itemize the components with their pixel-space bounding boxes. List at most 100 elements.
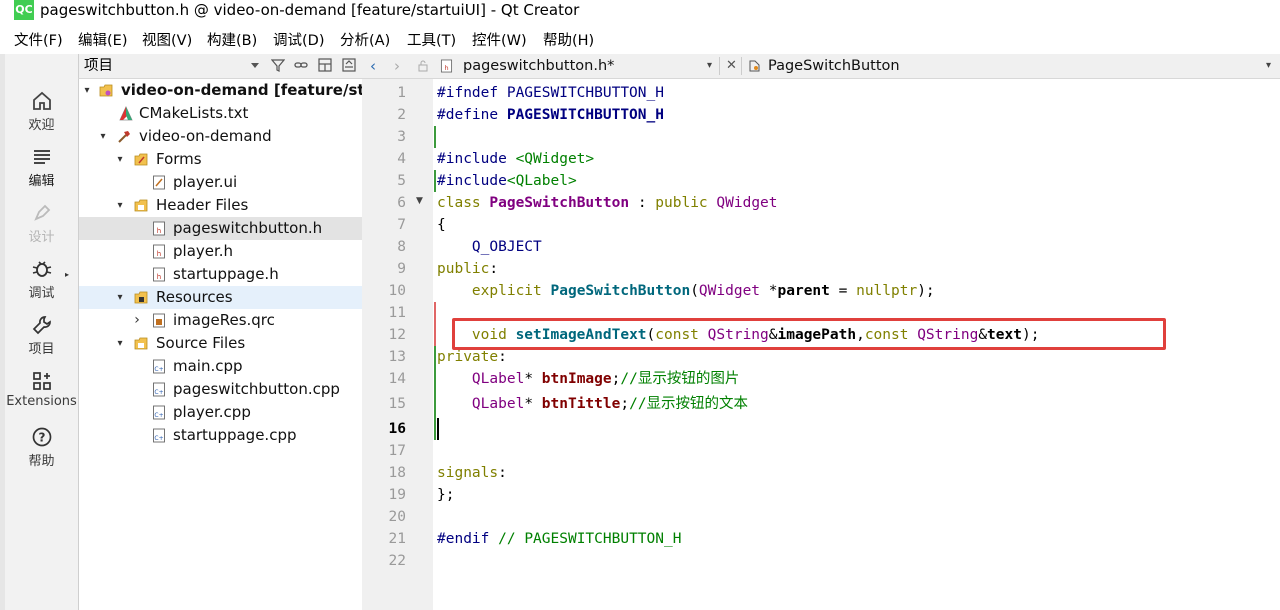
tree-node-header-files[interactable]: ▾ Header Files [79,194,363,217]
line-number: 10 [388,283,406,299]
tree-node-pageswitchbutton-cpp[interactable]: C+ pageswitchbutton.cpp [79,378,363,401]
project-folder-icon [99,84,113,97]
tree-node-label: video-on-demand [139,127,272,145]
expand-arrow-icon[interactable]: ▾ [114,332,126,355]
code-line-5: #include<QLabel> [437,173,577,189]
extensions-icon [32,372,51,390]
svg-text:C+: C+ [154,389,163,396]
close-panel-icon[interactable] [342,58,356,72]
svg-text:h: h [444,64,448,72]
cpp-file-icon: C+ [153,382,165,397]
project-panel-header: 项目 [78,54,363,79]
tree-node-startuppage-cpp[interactable]: C+ startuppage.cpp [79,424,363,447]
cmake-icon [119,106,133,121]
mode-label: Extensions [6,394,77,409]
line-number: 11 [388,305,406,321]
menu-file[interactable]: 文件(F) [14,28,63,54]
expand-arrow-icon[interactable]: ▾ [114,148,126,171]
tree-node-player-ui[interactable]: player.ui [79,171,363,194]
mode-projects[interactable]: 项目 [5,314,78,357]
forward-arrow-icon[interactable]: › [394,54,400,78]
open-document-selector[interactable]: pageswitchbutton.h* [463,54,614,78]
expand-arrow-icon: ▸ [65,270,70,279]
tree-node-label: CMakeLists.txt [139,104,249,122]
mode-help[interactable]: ? 帮助 [5,426,78,469]
menu-bar: 文件(F) 编辑(E) 视图(V) 构建(B) 调试(D) 分析(A) 工具(T… [0,28,1280,54]
tree-node-player-cpp[interactable]: C+ player.cpp [79,401,363,424]
symbol-selector[interactable]: PageSwitchButton [768,54,900,78]
tree-node-project[interactable]: ▾ video-on-demand [feature/star [79,79,363,102]
code-line-2: #define PAGESWITCHBUTTON_H [437,107,664,123]
filter-icon[interactable] [270,58,286,72]
menu-build[interactable]: 构建(B) [207,28,257,54]
tree-node-label: Header Files [156,196,249,214]
chevron-down-icon[interactable] [251,63,259,68]
tree-node-pageswitchbutton-h[interactable]: h pageswitchbutton.h [79,217,363,240]
expand-arrow-icon[interactable]: ▾ [114,286,126,309]
project-view-selector[interactable]: 项目 [84,54,113,78]
expand-arrow-icon[interactable]: › [131,309,143,332]
change-marker-modified [434,302,436,346]
home-icon [32,91,51,110]
menu-edit[interactable]: 编辑(E) [78,28,127,54]
mode-extensions[interactable]: Extensions [5,370,78,409]
wrench-icon [32,316,51,335]
lock-icon[interactable] [417,54,429,78]
line-number: 17 [388,443,406,459]
mode-label: 项目 [28,342,55,357]
editor-toolbar: ‹ › h pageswitchbutton.h* ▾ ✕ PageSwitch… [362,54,1280,79]
tree-node-forms[interactable]: ▾ Forms [79,148,363,171]
tree-node-source-files[interactable]: ▾ Source Files [79,332,363,355]
line-number: 7 [397,217,406,233]
link-icon[interactable] [294,58,308,72]
line-number: 1 [397,85,406,101]
code-line-8: Q_OBJECT [471,239,542,255]
current-line-number: 16 [388,421,406,437]
expand-arrow-icon[interactable]: ▾ [81,79,93,102]
line-number: 13 [388,349,406,365]
chevron-down-icon[interactable]: ▾ [707,54,712,78]
fold-marker-icon[interactable]: ▼ [416,196,423,206]
code-line-19: }; [437,487,455,503]
svg-text:h: h [157,273,161,281]
chevron-down-icon[interactable]: ▾ [1266,54,1271,78]
tree-node-target[interactable]: ▾ video-on-demand [79,125,363,148]
line-number: 20 [388,509,406,525]
line-number: 15 [388,396,406,412]
menu-view[interactable]: 视图(V) [142,28,192,54]
tree-node-startuppage-h[interactable]: h startuppage.h [79,263,363,286]
svg-text:h: h [157,227,161,235]
change-marker-added [434,126,436,148]
tree-node-label: main.cpp [173,357,243,375]
code-line-1: #ifndef PAGESWITCHBUTTON_H [437,85,664,101]
mode-welcome[interactable]: 欢迎 [5,90,78,133]
expand-arrow-icon[interactable]: ▾ [97,125,109,148]
menu-help[interactable]: 帮助(H) [543,28,594,54]
line-number: 9 [397,261,406,277]
qt-creator-logo-icon: QC [14,0,34,20]
expand-arrow-icon[interactable]: ▾ [114,194,126,217]
change-marker-added [434,170,436,192]
mode-edit[interactable]: 编辑 [5,146,78,189]
tree-node-imageres-qrc[interactable]: › imageRes.qrc [79,309,363,332]
mode-debug[interactable]: 调试 ▸ [5,258,78,301]
svg-text:h: h [157,250,161,258]
tree-node-player-h[interactable]: h player.h [79,240,363,263]
code-line-18: signals: [437,465,507,481]
menu-tools[interactable]: 工具(T) [407,28,456,54]
tree-node-cmakelists[interactable]: CMakeLists.txt [79,102,363,125]
tree-node-label: video-on-demand [feature/star [121,81,364,99]
code-line-10: explicit PageSwitchButton(QWidget *paren… [471,283,935,299]
tree-node-resources[interactable]: ▾ Resources [79,286,363,309]
menu-widgets[interactable]: 控件(W) [472,28,527,54]
mode-design[interactable]: 设计 [5,202,78,245]
split-icon[interactable] [318,58,332,72]
back-arrow-icon[interactable]: ‹ [370,54,376,78]
tree-node-main-cpp[interactable]: C+ main.cpp [79,355,363,378]
annotation-highlight-box [452,318,1166,350]
text-cursor [437,418,439,440]
forms-folder-icon [134,153,148,166]
menu-debug[interactable]: 调试(D) [273,28,324,54]
menu-analyze[interactable]: 分析(A) [340,28,390,54]
close-icon[interactable]: ✕ [726,54,737,78]
